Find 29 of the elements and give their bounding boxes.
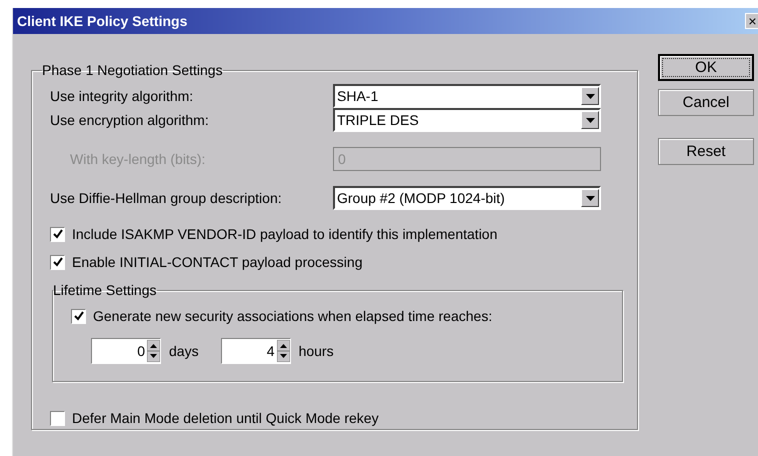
dialog-button[interactable]: Cancel [658,89,754,116]
dropdown-field[interactable]: Group #2 (MODP 1024-bit) [333,186,601,210]
field-label: Use encryption algorithm: [50,112,210,128]
checkbox-label: Generate new security associations when elapsed time reaches: [93,308,492,324]
checkbox-label: Include ISAKMP VENDOR-ID payload to identify this implementation [72,226,498,242]
spinner-field[interactable]: 0 [91,338,161,364]
unit-label: days [169,343,199,359]
input-field: 0 [333,147,601,171]
field-label: Use integrity algorithm: [50,88,194,104]
spin-arrows-icon[interactable] [276,340,290,362]
field-label: With key-length (bits): [69,151,206,167]
spin-arrows-icon[interactable] [147,340,160,362]
unit-label: hours [298,343,334,359]
checkbox-label: Defer Main Mode deletion until Quick Mode rekey [72,410,379,426]
group-title: Lifetime Settings [53,282,156,298]
checkbox[interactable] [50,226,65,242]
checkbox[interactable] [50,254,65,270]
checkbox[interactable] [71,308,86,324]
checkbox-label: Enable INITIAL-CONTACT payload processing [72,254,362,270]
window-title: Client IKE Policy Settings [17,13,188,29]
dropdown-field[interactable]: SHA-1 [333,84,601,108]
dialog-button[interactable]: Reset [658,138,754,165]
group-title: Phase 1 Negotiation Settings [42,62,223,78]
spinner-field[interactable]: 4 [220,338,291,364]
close-button[interactable]: × [745,13,758,29]
checkbox[interactable] [50,410,65,426]
field-label: Use Diffie-Hellman group description: [50,190,283,206]
dialog-button[interactable]: OK [658,54,754,81]
dropdown-field[interactable]: TRIPLE DES [333,108,601,132]
